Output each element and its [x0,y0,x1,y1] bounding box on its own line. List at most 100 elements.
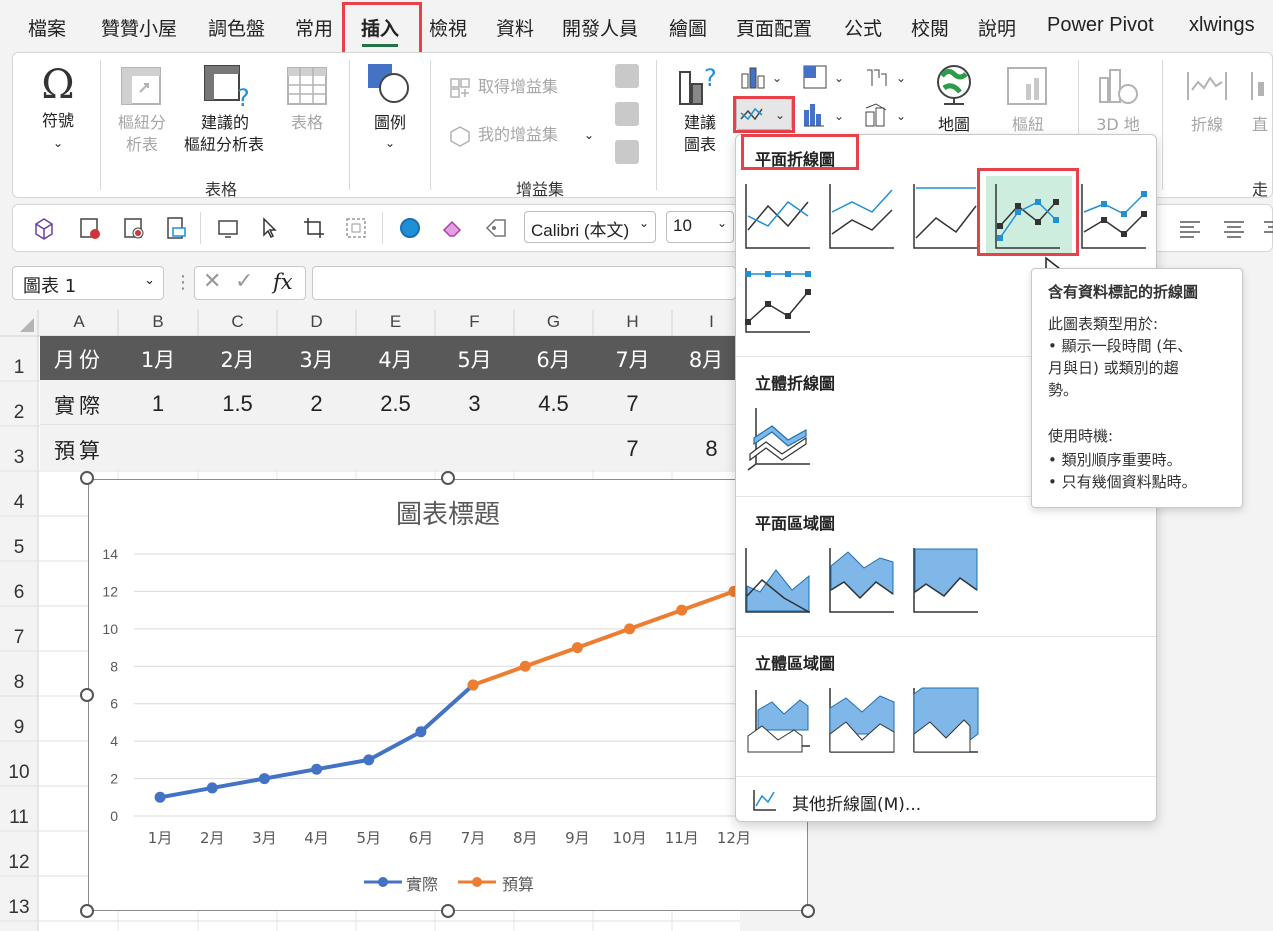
cell-a1[interactable]: 月份 [40,344,118,374]
cell-d1[interactable]: 3月 [277,344,356,374]
column-header-d[interactable]: D [277,312,356,336]
print-preview-icon[interactable] [164,216,188,240]
cell-d2[interactable]: 2 [277,391,356,417]
cell-b1[interactable]: 1月 [118,344,198,374]
tab-help[interactable]: 說明 [978,14,1016,41]
tab-developer[interactable]: 開發人員 [562,14,638,41]
get-add-ins-label[interactable]: 取得增益集 [478,76,558,98]
align-right-icon[interactable] [1260,216,1273,240]
column-header-c[interactable]: C [198,312,277,336]
recommended-pivot-icon[interactable]: ? [203,64,250,112]
cancel-icon[interactable]: ✕ [203,269,221,294]
align-left-icon[interactable] [1176,216,1204,240]
tab-xlwings[interactable]: xlwings [1189,14,1255,37]
cell-f1[interactable]: 5月 [435,344,514,374]
omega-icon[interactable]: Ω [36,62,80,108]
pivot-table-icon[interactable] [120,66,164,106]
check-icon[interactable]: ✓ [235,269,253,294]
pivot-chart-icon[interactable] [1006,66,1050,106]
row-header-4[interactable]: 4 [0,492,38,514]
recommended-charts-label-2[interactable]: 圖表 [676,134,724,156]
shape-fill-icon[interactable] [398,216,422,240]
row-header-1[interactable]: 1 [0,357,38,379]
font-size-select[interactable]: 10 ⌄ [666,211,734,243]
resize-handle[interactable] [80,471,94,485]
recommended-pivot-label-1[interactable]: 建議的 [180,112,270,134]
recommended-pivot-label-2[interactable]: 樞紐分析表 [176,134,272,156]
column-header-b[interactable]: B [118,312,198,336]
hierarchy-chart-button[interactable]: ⌄ [802,64,848,90]
row-header-12[interactable]: 12 [0,852,38,874]
resize-handle[interactable] [801,904,815,918]
insert-function-button[interactable]: fx [273,270,293,294]
tab-palette[interactable]: 調色盤 [208,14,265,41]
100-stacked-line-option-icon[interactable] [912,182,980,250]
data-point[interactable] [154,791,166,803]
row-header-9[interactable]: 9 [0,717,38,739]
select-pointer-icon[interactable] [258,216,282,240]
align-center-icon[interactable] [1220,216,1248,240]
tab-view[interactable]: 檢視 [429,14,467,41]
bing-maps-icon[interactable] [615,102,639,126]
recommended-charts-label-1[interactable]: 建議 [676,112,724,134]
sparkline-line-icon[interactable] [1186,70,1228,102]
group-objects-icon[interactable] [344,216,368,240]
column-header-e[interactable]: E [356,312,435,336]
sparkline-column-icon[interactable] [1250,70,1273,102]
statistic-chart-button[interactable]: ⌄ [802,102,848,128]
tab-data[interactable]: 資料 [496,14,534,41]
cell-f2[interactable]: 3 [435,391,514,417]
3d-map-label[interactable]: 3D 地 [1094,114,1142,136]
area-chart-option-icon[interactable] [744,546,812,614]
chart-legend[interactable]: 實際 預算 [362,870,562,894]
row-header-7[interactable]: 7 [0,627,38,649]
row-header-2[interactable]: 2 [0,402,38,424]
macro-record-icon[interactable] [122,216,146,240]
screenshot-icon[interactable] [216,216,240,240]
row-header-5[interactable]: 5 [0,537,38,559]
cell-h3[interactable]: 7 [593,436,672,462]
font-name-select[interactable]: Calibri (本文) ⌄ [524,211,656,243]
stacked-line-markers-option-icon[interactable] [1080,182,1148,250]
row-header-10[interactable]: 10 [0,762,38,784]
chevron-down-icon[interactable]: ⌄ [584,124,594,146]
tab-formulas[interactable]: 公式 [844,14,882,41]
3d-stacked-area-option-icon[interactable] [828,686,896,754]
row-header-8[interactable]: 8 [0,672,38,694]
form-record-icon[interactable] [78,216,102,240]
more-line-charts-icon[interactable] [752,788,778,812]
waterfall-chart-button[interactable]: ⌄ [864,64,910,90]
column-header-h[interactable]: H [593,312,672,336]
my-add-ins-icon[interactable] [448,124,472,148]
shapes-icon[interactable] [366,62,412,106]
3d-100-stacked-area-option-icon[interactable] [912,686,980,754]
formula-input[interactable] [312,266,736,300]
cell-e2[interactable]: 2.5 [356,391,435,417]
tab-zanzan[interactable]: 贊贊小屋 [101,14,177,41]
data-point[interactable] [415,726,427,738]
eraser-icon[interactable] [440,216,464,240]
data-point[interactable] [676,604,688,616]
cell-g1[interactable]: 6月 [514,344,593,374]
stacked-area-option-icon[interactable] [828,546,896,614]
data-point[interactable] [206,782,218,794]
tab-page-layout[interactable]: 頁面配置 [736,14,812,41]
stacked-line-option-icon[interactable] [828,182,896,250]
pivot-table-label-1[interactable]: 樞紐分 [110,112,174,134]
3d-box-icon[interactable] [32,216,56,240]
name-box[interactable]: 圖表 1 ⌄ [12,266,164,300]
sparkline-line-label[interactable]: 折線 [1186,114,1228,136]
table-icon[interactable] [286,66,328,106]
table-button-label[interactable]: 表格 [282,112,332,134]
tab-review[interactable]: 校閱 [911,14,949,41]
column-header-g[interactable]: G [514,312,593,336]
people-graph-icon[interactable] [615,140,639,164]
column-header-a[interactable]: A [40,312,118,336]
data-point[interactable] [258,773,270,785]
series-line-1[interactable] [472,589,735,687]
cell-a3[interactable]: 預算 [40,435,118,465]
symbol-button-label[interactable]: 符號 [38,110,78,132]
combo-chart-button[interactable]: ⌄ [864,102,910,128]
globe-map-icon[interactable] [934,64,974,105]
tag-icon[interactable] [484,216,508,240]
